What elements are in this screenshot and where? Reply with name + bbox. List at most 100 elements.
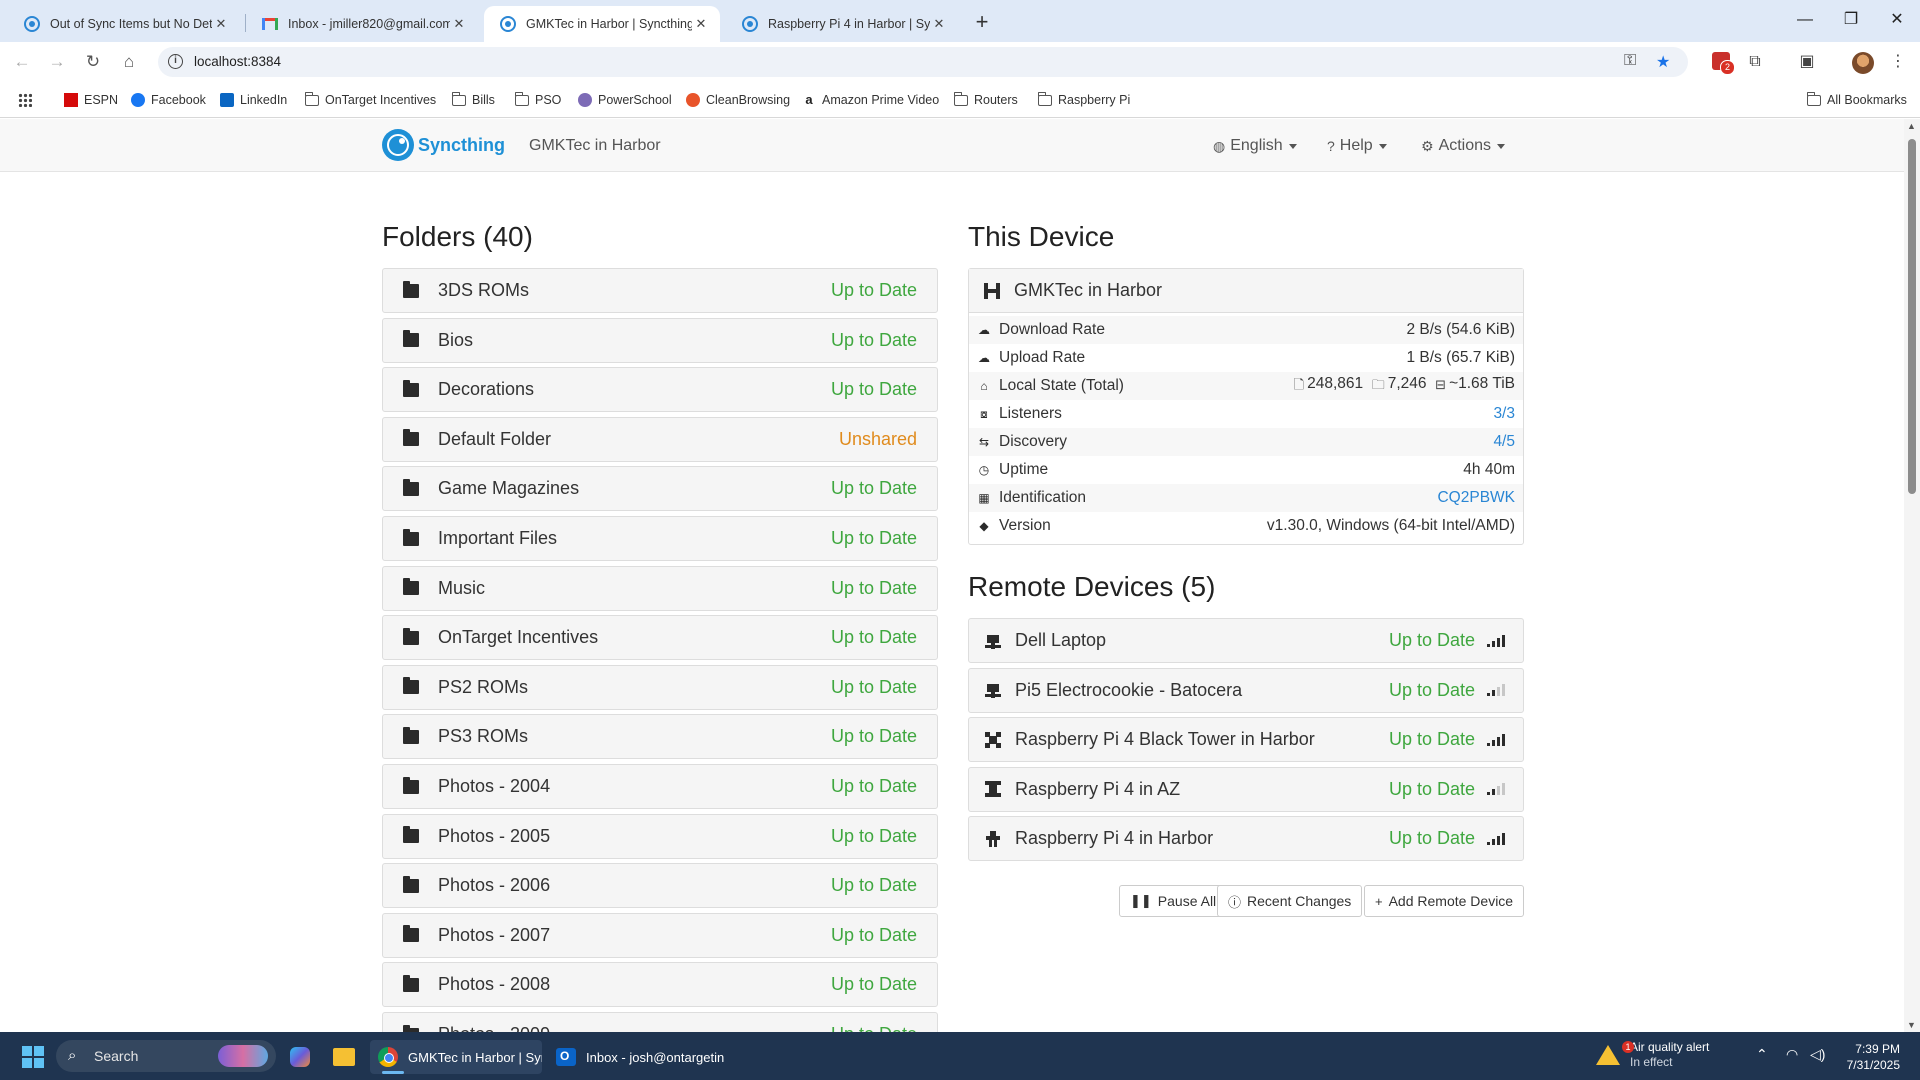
pause-all-button[interactable]: ❚❚ Pause All: [1119, 885, 1228, 917]
bookmark-bills[interactable]: Bills: [451, 91, 495, 109]
remote-device-status: Up to Date: [1388, 679, 1475, 700]
bookmark-espn[interactable]: ESPN: [64, 91, 118, 109]
folder-name: Default Folder: [438, 428, 552, 449]
add-remote-device-button[interactable]: + Add Remote Device: [1364, 885, 1525, 917]
forward-arrow-icon[interactable]: →: [45, 50, 69, 74]
wifi-icon[interactable]: ◠: [1786, 1046, 1798, 1063]
folder-row[interactable]: PS3 ROMs Up to Date: [382, 714, 938, 760]
browser-tab-3-active[interactable]: GMKTec in Harbor | Syncthing ✕: [484, 6, 720, 42]
windows-taskbar: ⌕ Search GMKTec in Harbor | Syn Inbox - …: [0, 1032, 1920, 1080]
folder-row[interactable]: Photos - 2004 Up to Date: [382, 764, 938, 809]
folder-row[interactable]: Photos - 2009Up to Date: [382, 1012, 938, 1032]
tab-close-icon[interactable]: ✕: [692, 16, 710, 32]
all-bookmarks[interactable]: All Bookmarks: [1806, 91, 1907, 109]
folder-row[interactable]: Important Files Up to Date: [382, 516, 938, 561]
bookmark-linkedin[interactable]: LinkedIn: [220, 91, 287, 109]
search-icon: ⌕: [68, 1047, 77, 1064]
actions-menu[interactable]: ⚙ Actions: [1421, 137, 1506, 155]
folder-row[interactable]: 3DS ROMs Up to Date: [382, 268, 938, 313]
help-menu[interactable]: ? Help: [1327, 137, 1387, 155]
close-window-icon[interactable]: ✕: [1874, 0, 1920, 42]
side-panel-icon[interactable]: ▣: [1795, 50, 1819, 74]
folder-row[interactable]: Music Up to Date: [382, 565, 938, 611]
page-scrollbar[interactable]: ▲ ▼: [1904, 119, 1920, 1032]
taskbar-clock[interactable]: 7:39 PM 7/31/2025: [1832, 1041, 1900, 1073]
download-rate-value[interactable]: 2 B/s (54.6 KiB): [1406, 321, 1515, 339]
device-id-link[interactable]: CQ2PBWK: [1437, 489, 1515, 507]
browser-tab-4[interactable]: Raspberry Pi 4 in Harbor | Sync ✕: [726, 6, 958, 42]
air-quality-alert[interactable]: 1 Air quality alert In effect: [1596, 1040, 1709, 1070]
syncthing-logo[interactable]: Syncthing: [382, 129, 505, 161]
url-text[interactable]: localhost:8384: [194, 54, 281, 69]
apps-grid-icon[interactable]: [18, 93, 32, 107]
discovery-value[interactable]: 4/5: [1493, 433, 1515, 451]
address-bar[interactable]: i localhost:8384 ⚿ ★: [158, 47, 1688, 77]
chrome-menu-icon[interactable]: ⋮: [1886, 50, 1910, 74]
bookmark-routers[interactable]: Routers: [953, 91, 1018, 109]
browser-tab-1[interactable]: Out of Sync Items but No Deta ✕: [8, 6, 240, 42]
folder-row[interactable]: Photos - 2005 Up to Date: [382, 813, 938, 859]
outlook-taskbar-app[interactable]: Inbox - josh@ontargetin: [556, 1040, 728, 1074]
tray-chevron-up-icon[interactable]: ⌃: [1756, 1046, 1768, 1063]
gmail-extension-icon[interactable]: 2: [1712, 52, 1735, 75]
bookmark-powerschool[interactable]: PowerSchool: [578, 91, 672, 109]
browser-tab-2[interactable]: Inbox - jmiller820@gmail.com ✕: [246, 6, 478, 42]
remote-device-row[interactable]: Raspberry Pi 4 in Harbor Up to Date: [968, 816, 1524, 862]
tab-close-icon[interactable]: ✕: [450, 16, 468, 32]
this-device-header[interactable]: GMKTec in Harbor: [969, 269, 1523, 313]
recent-changes-button[interactable]: ⓘ Recent Changes: [1217, 885, 1363, 917]
tab-close-icon[interactable]: ✕: [930, 16, 948, 32]
row-label: Local State (Total): [999, 377, 1124, 394]
back-arrow-icon[interactable]: ←: [10, 50, 34, 74]
folder-row[interactable]: PS2 ROMs Up to Date: [382, 664, 938, 710]
folder-row[interactable]: Bios Up to Date: [382, 317, 938, 363]
caret-down-icon: [1378, 143, 1387, 149]
windows-start-icon[interactable]: [22, 1046, 44, 1068]
folder-row[interactable]: Default Folder Unshared: [382, 416, 938, 462]
syncthing-page: Syncthing GMKTec in Harbor ◍ English ? H…: [0, 119, 1904, 1032]
chrome-taskbar-app[interactable]: GMKTec in Harbor | Syn: [370, 1040, 542, 1074]
new-tab-plus-icon[interactable]: +: [968, 9, 996, 37]
folder-status: Up to Date: [830, 924, 917, 945]
volume-icon[interactable]: ◁): [1810, 1046, 1825, 1063]
remote-device-row[interactable]: Dell Laptop Up to Date: [968, 618, 1524, 663]
restore-icon[interactable]: ❐: [1828, 0, 1874, 42]
folder-row[interactable]: OnTarget Incentives Up to Date: [382, 615, 938, 661]
remote-device-row[interactable]: Raspberry Pi 4 Black Tower in Harbor Up t…: [968, 717, 1524, 763]
extensions-puzzle-icon[interactable]: ⧉: [1743, 50, 1767, 74]
folder-row[interactable]: Decorations Up to Date: [382, 367, 938, 413]
bookmark-pso[interactable]: PSO: [514, 91, 561, 109]
copilot-app[interactable]: [290, 1040, 314, 1074]
reload-icon[interactable]: ↻: [81, 50, 105, 74]
home-icon[interactable]: ⌂: [117, 50, 141, 74]
language-menu[interactable]: ◍ English: [1213, 137, 1297, 155]
folder-row[interactable]: Photos - 2007 Up to Date: [382, 912, 938, 958]
bookmark-raspberry-pi[interactable]: Raspberry Pi: [1037, 91, 1130, 109]
folder-name: PS2 ROMs: [438, 676, 529, 697]
tab-close-icon[interactable]: ✕: [212, 16, 230, 32]
espn-icon: [64, 93, 78, 107]
remote-device-row[interactable]: Pi5 Electrocookie - Batocera Up to Date: [968, 667, 1524, 713]
listeners-value[interactable]: 3/3: [1493, 405, 1515, 423]
bookmark-star-icon[interactable]: ★: [1656, 52, 1670, 72]
bookmark-ontarget-incentives[interactable]: OnTarget Incentives: [304, 91, 436, 109]
bookmark-cleanbrowsing[interactable]: CleanBrowsing: [686, 91, 790, 109]
copilot-icon: [290, 1047, 310, 1067]
taskbar-search[interactable]: ⌕ Search: [56, 1040, 276, 1072]
upload-rate-value[interactable]: 1 B/s (65.7 KiB): [1406, 349, 1515, 367]
bookmarks-bar: ESPN Facebook LinkedIn OnTarget Incentiv…: [0, 82, 1920, 118]
profile-avatar[interactable]: [1852, 52, 1874, 74]
scroll-down-icon[interactable]: ▼: [1907, 1020, 1916, 1030]
scroll-up-icon[interactable]: ▲: [1907, 121, 1916, 131]
minimize-icon[interactable]: —: [1782, 0, 1828, 42]
bookmark-facebook[interactable]: Facebook: [131, 91, 206, 109]
key-icon[interactable]: ⚿: [1624, 52, 1636, 70]
folder-row[interactable]: Photos - 2008 Up to Date: [382, 962, 938, 1008]
folder-row[interactable]: Game Magazines Up to Date: [382, 466, 938, 512]
remote-device-row[interactable]: Raspberry Pi 4 in AZ Up to Date: [968, 766, 1524, 812]
bookmark-amazon-prime-video[interactable]: a Amazon Prime Video: [802, 91, 939, 109]
site-info-icon[interactable]: i: [168, 54, 183, 69]
folder-row[interactable]: Photos - 2006 Up to Date: [382, 863, 938, 909]
file-explorer-app[interactable]: [333, 1040, 359, 1074]
scrollbar-thumb[interactable]: [1908, 139, 1916, 494]
